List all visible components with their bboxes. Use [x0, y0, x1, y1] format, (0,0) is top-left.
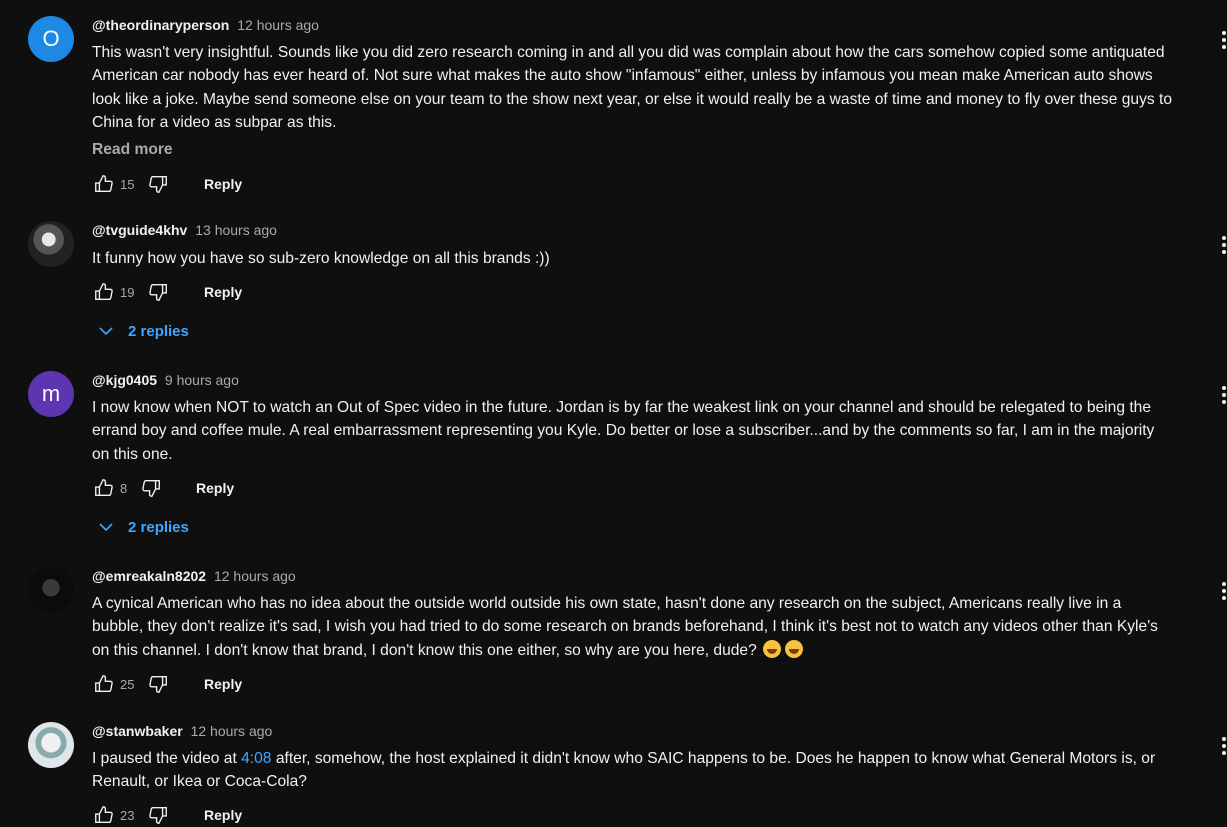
chevron-down-icon [99, 523, 113, 532]
comment-time[interactable]: 12 hours ago [191, 723, 273, 739]
comment-text-segment: on this channel. I don't know that brand… [92, 641, 757, 659]
comment-text-line: I paused the video at 4:08 after, someho… [92, 747, 1207, 770]
dislike-icon[interactable] [139, 476, 163, 500]
comment-author[interactable]: @theordinaryperson [92, 17, 229, 33]
more-actions-icon[interactable] [1221, 736, 1227, 756]
reply-button[interactable]: Reply [204, 284, 242, 300]
comment-actions: 8 Reply [92, 476, 234, 500]
comment-text: I paused the video at 4:08 after, someho… [92, 747, 1207, 794]
comment-time[interactable]: 9 hours ago [165, 372, 239, 388]
comment-text-line: look like a joke. Maybe send someone els… [92, 90, 1173, 108]
comment-text-line: American car nobody has ever heard of. N… [92, 67, 1153, 85]
comment-author[interactable]: @stanwbaker [92, 723, 183, 739]
comment-header: @stanwbaker 12 hours ago [92, 723, 272, 739]
comment-author[interactable]: @kjg0405 [92, 372, 157, 388]
like-count: 25 [120, 676, 135, 692]
comment-text-line: It funny how you have so sub-zero knowle… [92, 250, 550, 267]
laughing-emoji-icon [785, 639, 804, 658]
more-actions-icon[interactable] [1221, 385, 1227, 405]
comment-header: @kjg0405 9 hours ago [92, 372, 239, 388]
reply-button[interactable]: Reply [204, 176, 242, 192]
dislike-icon[interactable] [146, 280, 170, 304]
comment-actions: 19 Reply [92, 280, 242, 304]
comment-text-line: bubble, they don't realize it's sad, I w… [92, 618, 1158, 636]
like-count: 15 [120, 176, 135, 192]
replies-toggle-button[interactable]: 2 replies [92, 515, 189, 539]
comment-text: I now know when NOT to watch an Out of S… [92, 396, 1207, 466]
more-actions-icon[interactable] [1221, 581, 1227, 601]
comment-text-line: I now know when NOT to watch an Out of S… [92, 399, 1151, 416]
comment-text-line: Renault, or Ikea or Coca-Cola? [92, 773, 307, 791]
dislike-icon[interactable] [146, 672, 170, 696]
comment-text: A cynical American who has no idea about… [92, 592, 1207, 662]
replies-toggle-button[interactable]: 2 replies [92, 319, 189, 343]
comment-time[interactable]: 13 hours ago [195, 222, 277, 238]
comment-author[interactable]: @emreakaln8202 [92, 568, 206, 584]
comment-header: @emreakaln8202 12 hours ago [92, 568, 296, 584]
like-icon[interactable] [92, 172, 116, 196]
avatar-letter: O [42, 26, 60, 51]
avatar[interactable]: O [28, 16, 74, 62]
chevron-down-icon [99, 327, 113, 336]
comment-text-line: China for a video as subpar as this. [92, 114, 337, 132]
comment-text: This wasn't very insightful. Sounds like… [92, 41, 1207, 135]
comment-actions: 25 Reply [92, 672, 242, 696]
avatar[interactable] [28, 567, 74, 613]
comment-text-segment: after, somehow, the host explained it di… [271, 750, 1156, 767]
avatar-letter: m [41, 381, 61, 406]
like-count: 23 [120, 807, 135, 823]
dislike-icon[interactable] [146, 172, 170, 196]
like-count: 8 [120, 480, 128, 496]
more-actions-icon[interactable] [1221, 30, 1227, 50]
comment-header: @tvguide4khv 13 hours ago [92, 222, 277, 238]
laughing-emoji-icon [763, 639, 782, 658]
comment-text-line: on this one. [92, 445, 173, 463]
replies-count-label: 2 replies [128, 518, 189, 536]
comment-text-segment: I paused the video at [92, 750, 242, 767]
comment-author[interactable]: @tvguide4khv [92, 222, 187, 238]
avatar[interactable] [28, 221, 74, 267]
reply-button[interactable]: Reply [204, 676, 242, 692]
comment-actions: 23 Reply [92, 803, 242, 827]
like-icon[interactable] [92, 476, 116, 500]
replies-count-label: 2 replies [128, 322, 189, 340]
comment-actions: 15 Reply [92, 172, 242, 196]
comment-time[interactable]: 12 hours ago [237, 17, 319, 33]
comment-text-line: This wasn't very insightful. Sounds like… [92, 44, 1165, 61]
reply-button[interactable]: Reply [196, 480, 234, 496]
like-icon[interactable] [92, 672, 116, 696]
avatar[interactable] [28, 722, 74, 768]
comment-text-line: errand boy and coffee mule. A real embar… [92, 422, 1155, 440]
comment-time[interactable]: 12 hours ago [214, 568, 296, 584]
comment-text-line: on this channel. I don't know that brand… [92, 639, 1207, 662]
dislike-icon[interactable] [146, 803, 170, 827]
comment-header: @theordinaryperson 12 hours ago [92, 17, 319, 33]
comment-text-line: A cynical American who has no idea about… [92, 595, 1122, 612]
comment-text: It funny how you have so sub-zero knowle… [92, 247, 1207, 270]
timestamp-link[interactable]: 4:08 [241, 750, 271, 767]
read-more-button[interactable]: Read more [92, 141, 173, 159]
like-icon[interactable] [92, 280, 116, 304]
like-count: 19 [120, 284, 135, 300]
avatar[interactable]: m [28, 371, 74, 417]
more-actions-icon[interactable] [1221, 235, 1227, 255]
like-icon[interactable] [92, 803, 116, 827]
